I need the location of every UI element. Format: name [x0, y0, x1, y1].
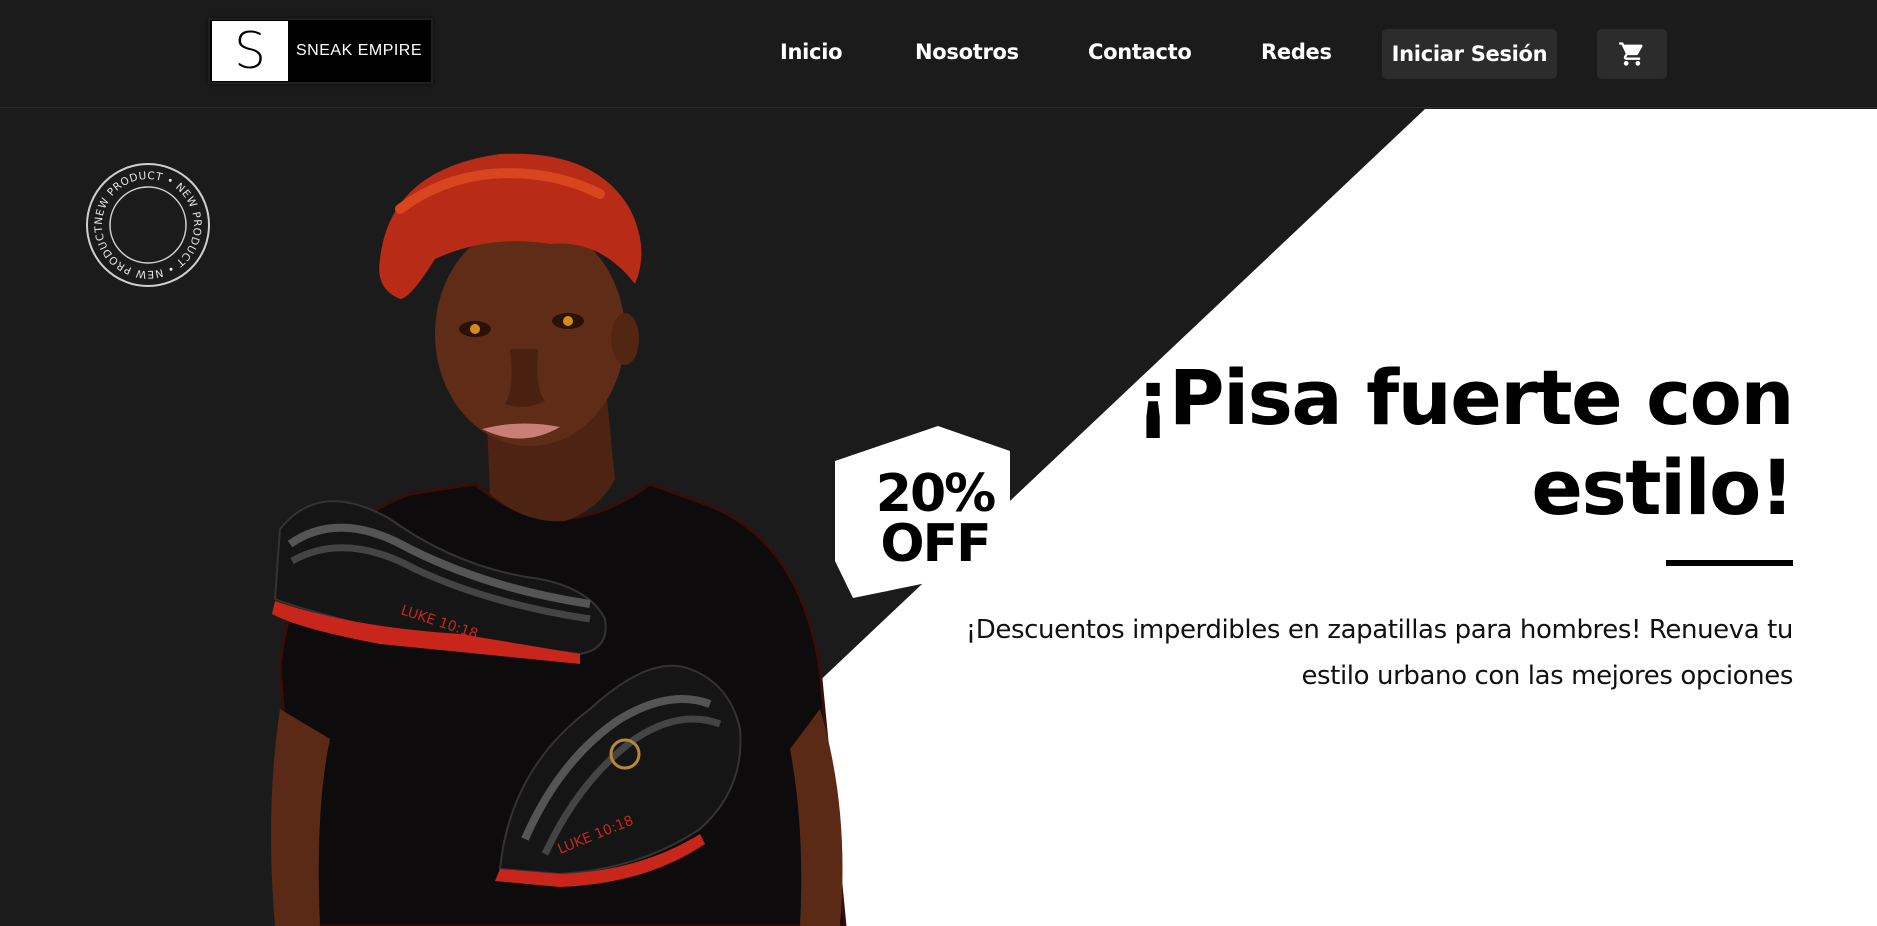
- hero-subtext-line2: estilo urbano con las mejores opciones: [1301, 661, 1793, 691]
- nav-link-nosotros[interactable]: Nosotros: [915, 40, 1019, 64]
- login-button[interactable]: Iniciar Sesión: [1382, 29, 1557, 79]
- brand-name: SNEAK EMPIRE: [296, 42, 423, 59]
- cart-button[interactable]: [1597, 29, 1667, 79]
- cart-icon: [1619, 42, 1643, 66]
- nav-link-inicio[interactable]: Inicio: [780, 40, 843, 64]
- hero-section: NEW PRODUCT • NEW PRODUCT • NEW PRODUCT …: [0, 109, 1877, 926]
- brand-logo[interactable]: S SNEAK EMPIRE: [208, 18, 433, 84]
- model-with-sneakers-image: LUKE 10:18 LUKE 10:18: [271, 153, 847, 926]
- nav-link-redes[interactable]: Redes: [1261, 40, 1332, 64]
- headline-divider: [1666, 560, 1793, 566]
- hero-headline: ¡Pisa fuerte con estilo!: [933, 353, 1795, 533]
- new-product-badge: NEW PRODUCT • NEW PRODUCT • NEW PRODUCT …: [84, 161, 210, 287]
- hero-subtext: ¡Descuentos imperdibles en zapatillas pa…: [873, 607, 1794, 699]
- hero-headline-line2: estilo!: [1531, 443, 1794, 532]
- nav-link-contacto[interactable]: Contacto: [1088, 40, 1192, 64]
- logo-letter: S: [212, 21, 288, 81]
- top-navbar: S SNEAK EMPIRE Inicio Nosotros Contacto …: [0, 0, 1877, 108]
- hero-subtext-line1: ¡Descuentos imperdibles en zapatillas pa…: [965, 615, 1794, 645]
- hero-headline-line1: ¡Pisa fuerte con: [1135, 353, 1795, 442]
